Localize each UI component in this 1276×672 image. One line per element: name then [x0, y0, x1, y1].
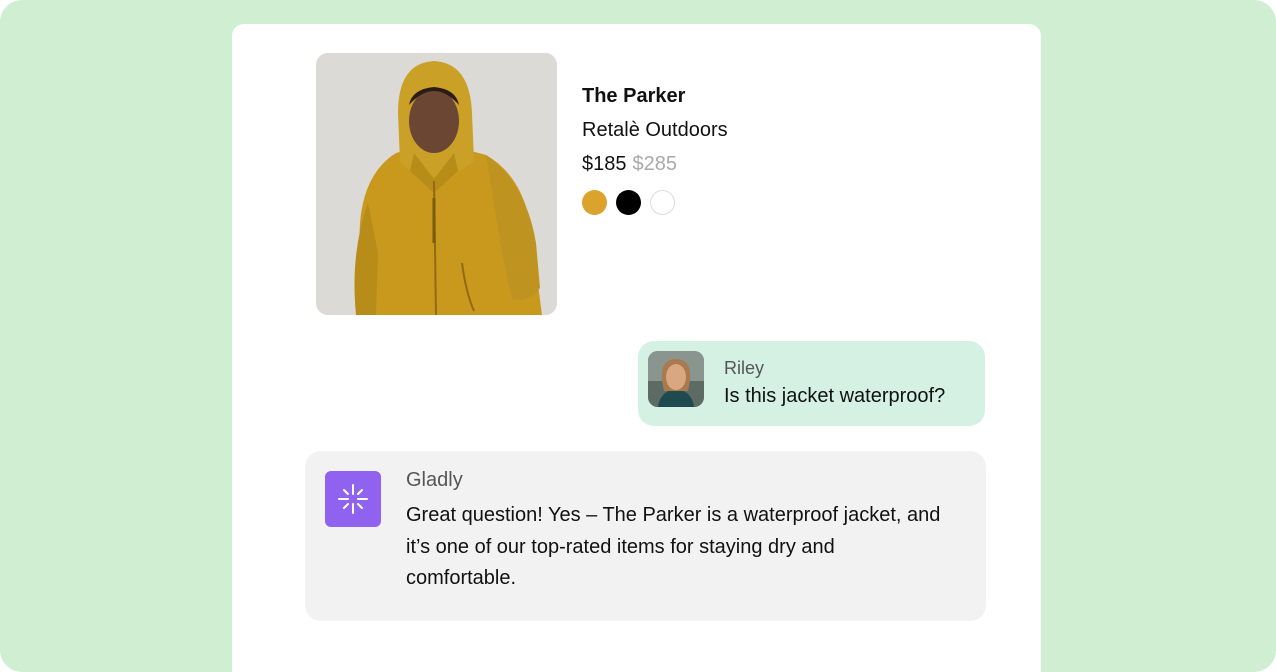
color-swatches: [582, 190, 882, 216]
avatar: [648, 351, 704, 407]
customer-message: Riley Is this jacket waterproof?: [638, 341, 985, 426]
customer-name: Riley: [724, 358, 765, 378]
agent-name: Gladly: [406, 469, 463, 491]
sale-price: $185: [582, 153, 627, 175]
product-brand: Retalè Outdoors: [582, 119, 728, 141]
price-row: $185 $285: [582, 152, 882, 176]
customer-message-text: Is this jacket waterproof?: [724, 385, 946, 407]
agent-message: Gladly Great question! Yes – The Parker …: [305, 451, 986, 621]
product-image[interactable]: [316, 53, 557, 315]
swatch-black[interactable]: [616, 190, 641, 215]
product-info: The Parker Retalè Outdoors $185 $285: [582, 84, 882, 216]
original-price: $285: [632, 153, 678, 175]
swatch-mustard[interactable]: [582, 190, 607, 215]
product-title[interactable]: The Parker: [582, 84, 882, 108]
jacket-photo-icon: [316, 53, 557, 315]
swatch-white[interactable]: [650, 190, 675, 215]
agent-message-text: Great question! Yes – The Parker is a wa…: [406, 504, 941, 589]
user-photo-icon: [648, 351, 704, 407]
page-background: The Parker Retalè Outdoors $185 $285 Ril…: [0, 0, 1276, 672]
sparkle-icon: [338, 484, 368, 514]
agent-avatar: [325, 471, 381, 527]
chat-panel: The Parker Retalè Outdoors $185 $285 Ril…: [232, 24, 1041, 672]
